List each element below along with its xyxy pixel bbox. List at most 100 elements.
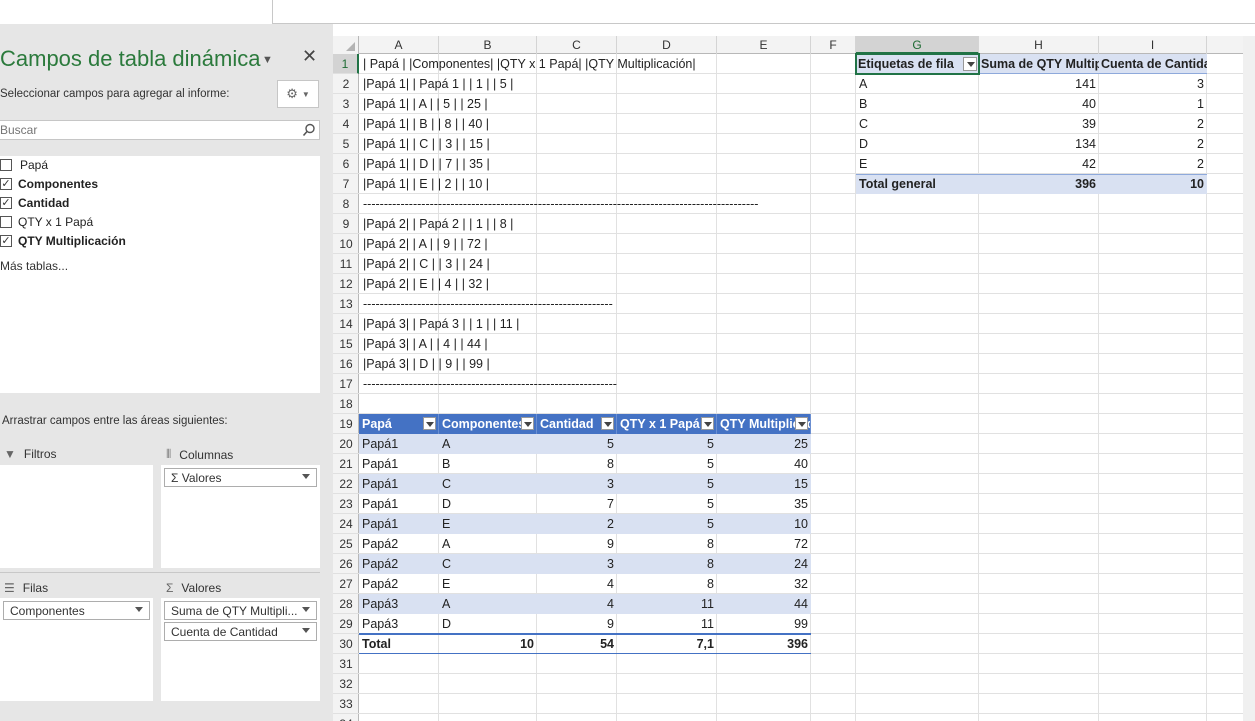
vertical-scrollbar[interactable] [1243,36,1255,721]
table-cell[interactable]: 32 [718,574,810,594]
filter-dropdown-icon[interactable] [423,417,436,430]
pivot-cell[interactable]: E [857,154,978,174]
filter-dropdown-icon[interactable] [521,417,534,430]
rows-chip-componentes[interactable]: Componentes [3,601,150,620]
cell-a13[interactable]: ----------------------------------------… [361,294,615,314]
row-header-14[interactable]: 14 [333,314,359,334]
table-cell[interactable]: E [440,514,536,534]
field-cantidad[interactable]: ✓ Cantidad [0,194,69,212]
table-cell[interactable]: 44 [718,594,810,614]
cell-a15[interactable]: |Papá 3| | A | | 4 | | 44 | [361,334,490,354]
table-cell[interactable]: Papá3 [360,614,438,634]
column-header-i[interactable]: I [1099,36,1207,54]
table-total-cell[interactable]: 54 [538,634,616,654]
table-cell[interactable]: 9 [538,614,616,634]
table-cell[interactable]: 5 [618,514,716,534]
table-cell[interactable]: 72 [718,534,810,554]
table-cell[interactable]: 35 [718,494,810,514]
table-cell[interactable]: Papá3 [360,594,438,614]
table-cell[interactable]: 5 [618,434,716,454]
column-header-c[interactable]: C [537,36,617,54]
row-header-27[interactable]: 27 [333,574,359,594]
table-cell[interactable]: E [440,574,536,594]
row-header-23[interactable]: 23 [333,494,359,514]
row-header-6[interactable]: 6 [333,154,359,174]
more-tables-link[interactable]: Más tablas... [0,259,68,273]
cell-a1[interactable]: | Papá | |Componentes| |QTY x 1 Papá| |Q… [361,54,698,74]
table-cell[interactable]: 3 [538,474,616,494]
select-all-corner[interactable] [333,36,359,54]
pivot-cell[interactable]: A [857,74,978,94]
values-drop-area[interactable]: Suma de QTY Multipli... Cuenta de Cantid… [161,598,320,701]
pivot-header-2[interactable]: Suma de QTY Multiplicación [979,54,1099,74]
field-componentes[interactable]: ✓ Componentes [0,175,98,193]
column-header-a[interactable]: A [359,36,439,54]
cell-a17[interactable]: ----------------------------------------… [361,374,619,394]
table-header-5[interactable]: QTY Multiplicación [717,414,811,434]
table-cell[interactable]: 25 [718,434,810,454]
table-cell[interactable]: Papá1 [360,434,438,454]
row-header-21[interactable]: 21 [333,454,359,474]
pivot-cell[interactable]: 39 [980,114,1098,134]
table-cell[interactable]: Papá1 [360,454,438,474]
row-header-16[interactable]: 16 [333,354,359,374]
cell-a9[interactable]: |Papá 2| | Papá 2 | | 1 | | 8 | [361,214,515,234]
pivot-cell[interactable]: 42 [980,154,1098,174]
chevron-down-icon[interactable] [302,474,310,479]
cell-a2[interactable]: |Papá 1| | Papá 1 | | 1 | | 5 | [361,74,515,94]
row-header-33[interactable]: 33 [333,694,359,714]
table-cell[interactable]: 24 [718,554,810,574]
filters-drop-area[interactable] [0,465,153,568]
chevron-down-icon[interactable] [135,607,143,612]
table-cell[interactable]: 4 [538,594,616,614]
table-cell[interactable]: C [440,474,536,494]
row-header-4[interactable]: 4 [333,114,359,134]
table-cell[interactable]: 10 [718,514,810,534]
table-cell[interactable]: 7 [538,494,616,514]
column-header-f[interactable]: F [811,36,856,54]
values-chip-suma[interactable]: Suma de QTY Multipli... [164,601,317,620]
row-header-13[interactable]: 13 [333,294,359,314]
search-input[interactable] [0,121,290,139]
table-cell[interactable]: 11 [618,614,716,634]
formula-bar[interactable] [272,0,1255,24]
cell-a12[interactable]: |Papá 2| | E | | 4 | | 32 | [361,274,491,294]
cell-a3[interactable]: |Papá 1| | A | | 5 | | 25 | [361,94,490,114]
pivot-cell[interactable]: 3 [1100,74,1206,94]
row-header-26[interactable]: 26 [333,554,359,574]
filter-dropdown-icon[interactable] [701,417,714,430]
pivot-cell[interactable]: 141 [980,74,1098,94]
values-chip-cuenta[interactable]: Cuenta de Cantidad [164,622,317,641]
column-header-h[interactable]: H [979,36,1099,54]
row-header-30[interactable]: 30 [333,634,359,654]
row-header-32[interactable]: 32 [333,674,359,694]
column-header-d[interactable]: D [617,36,717,54]
table-cell[interactable]: 5 [618,494,716,514]
pivot-cell[interactable]: C [857,114,978,134]
table-cell[interactable]: C [440,554,536,574]
columns-chip-valores[interactable]: Σ Valores [164,468,317,487]
table-cell[interactable]: 2 [538,514,616,534]
row-header-11[interactable]: 11 [333,254,359,274]
table-cell[interactable]: A [440,434,536,454]
row-header-1[interactable]: 1 [333,54,359,74]
table-cell[interactable]: 8 [538,454,616,474]
field-checkbox[interactable]: ✓ [0,197,12,209]
row-header-19[interactable]: 19 [333,414,359,434]
columns-drop-area[interactable]: Σ Valores [161,465,320,568]
table-cell[interactable]: 8 [618,554,716,574]
pivot-cell[interactable]: 40 [980,94,1098,114]
row-header-12[interactable]: 12 [333,274,359,294]
pane-options-chevron-icon[interactable]: ▼ [262,54,273,66]
pivot-total-cell[interactable]: Total general [857,174,978,194]
pivot-cell[interactable]: 1 [1100,94,1206,114]
table-total-cell[interactable]: Total [360,634,438,654]
field-qty-multiplicacion[interactable]: ✓ QTY Multiplicación [0,232,126,250]
table-cell[interactable]: 9 [538,534,616,554]
row-header-2[interactable]: 2 [333,74,359,94]
table-cell[interactable]: A [440,594,536,614]
cell-a4[interactable]: |Papá 1| | B | | 8 | | 40 | [361,114,491,134]
worksheet[interactable]: ABCDEFGHI 1 2 3 4 5 6 7 8 9 10 11 12 13 14 15 16 17 18 19 2… [333,36,1255,721]
field-checkbox[interactable]: ✓ [0,178,12,190]
table-cell[interactable]: Papá1 [360,514,438,534]
